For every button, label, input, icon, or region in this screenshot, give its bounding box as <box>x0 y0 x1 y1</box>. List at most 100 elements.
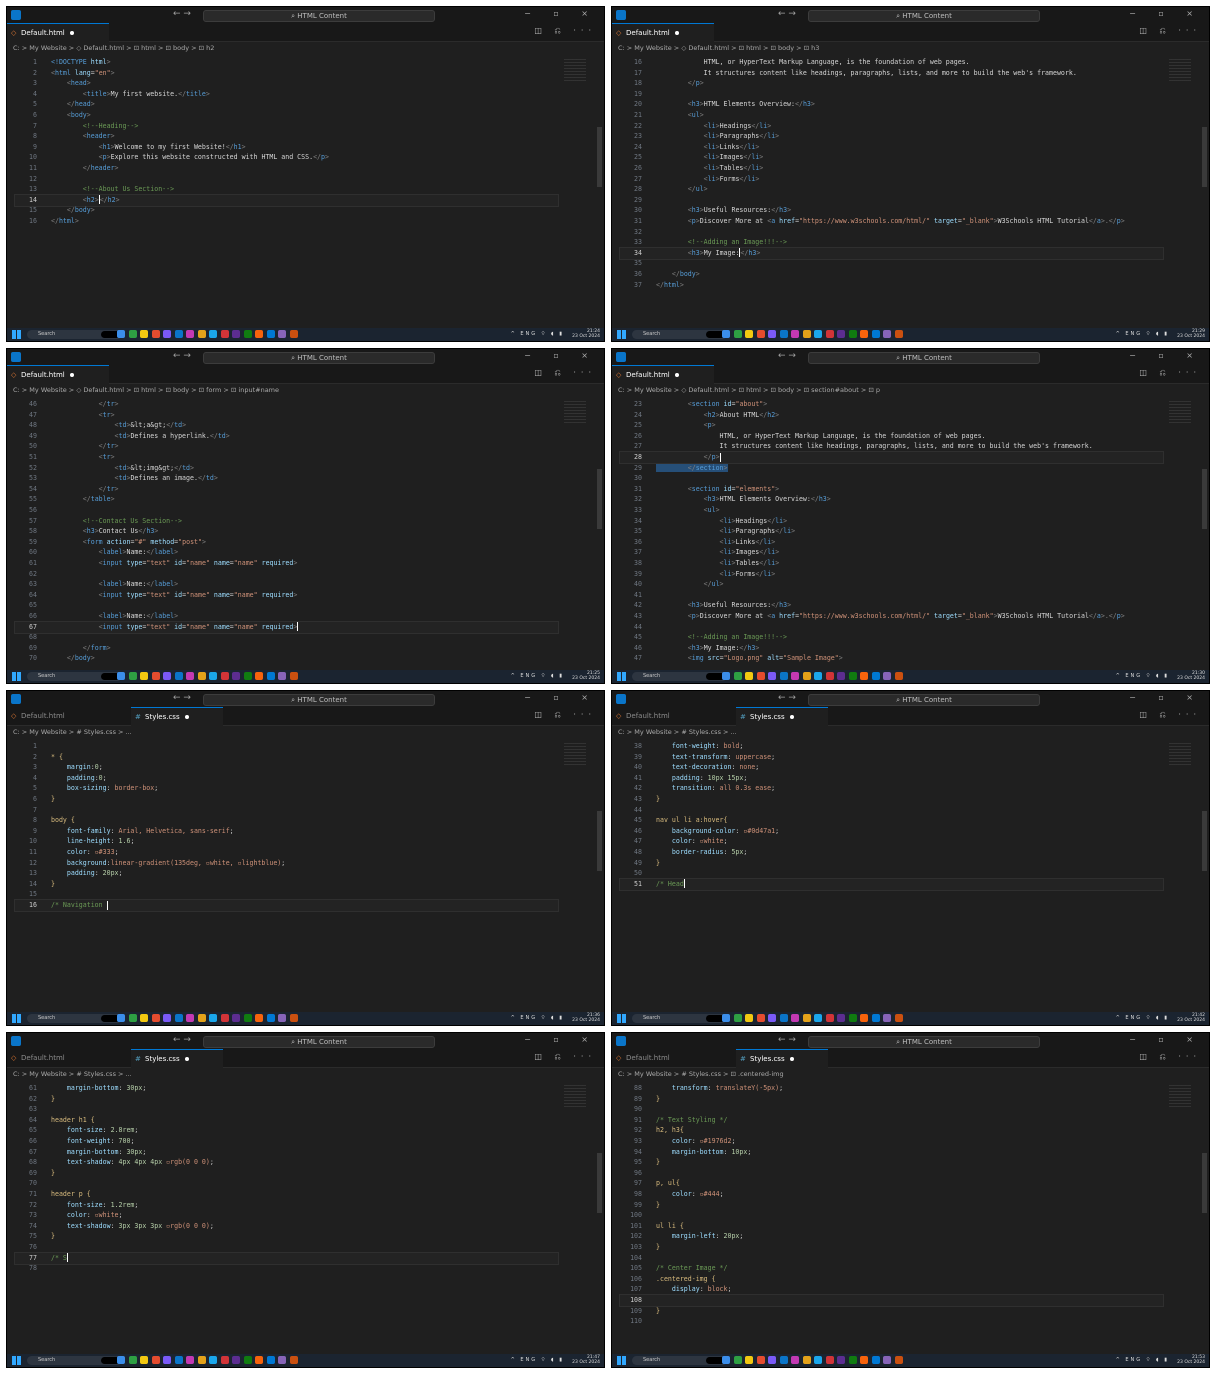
taskbar-app-icon[interactable] <box>278 672 286 680</box>
taskbar-app-icon[interactable] <box>894 1014 903 1022</box>
taskbar-app-icon[interactable] <box>837 1356 845 1364</box>
tray-icons[interactable]: ^ ENG ⌔ ◖ ▮ <box>1116 1015 1169 1021</box>
tray-icons[interactable]: ^ ENG ⌔ ◖ ▮ <box>511 673 564 679</box>
code-line[interactable]: 71 header p { <box>15 1189 558 1200</box>
code-line[interactable]: 7 <box>15 805 558 816</box>
code-line[interactable]: 58 <h3>Contact Us</h3> <box>15 526 558 537</box>
code-line[interactable]: 78 <box>15 1263 558 1274</box>
taskbar-app-icon[interactable] <box>837 330 845 338</box>
vertical-scrollbar[interactable] <box>1202 469 1207 529</box>
taskbar-app-icon[interactable] <box>860 672 868 680</box>
code-line[interactable]: 7 <!--Heading--> <box>15 121 558 132</box>
taskbar-search[interactable]: Search <box>632 1356 727 1365</box>
window-controls[interactable]: − ▫ × <box>1129 9 1203 18</box>
code-line[interactable]: 64 header h1 { <box>15 1115 558 1126</box>
code-line[interactable]: 88 transform: translateY(-5px); <box>620 1083 1163 1094</box>
taskbar-app-icon[interactable] <box>209 672 217 680</box>
taskbar-app-icon[interactable] <box>163 672 171 680</box>
taskbar-app-icon[interactable] <box>768 330 776 338</box>
taskbar-app-icon[interactable] <box>722 330 730 338</box>
taskbar-app-icon[interactable] <box>278 1014 286 1022</box>
code-line[interactable]: 102 margin-left: 20px; <box>620 1231 1163 1242</box>
code-line[interactable]: 28 </ul> <box>620 184 1163 195</box>
taskbar-app-icon[interactable] <box>756 1014 765 1022</box>
taskbar-app-icon[interactable] <box>802 1356 811 1364</box>
code-line[interactable]: 14} <box>15 879 558 890</box>
code-line[interactable]: 5 </head> <box>15 99 558 110</box>
code-line[interactable]: 35 <box>620 258 1163 269</box>
code-line[interactable]: 66 font-weight: 700; <box>15 1136 558 1147</box>
code-line[interactable]: 45 nav ul li a:hover{ <box>620 815 1163 826</box>
code-line[interactable]: 31 <section id="elements"> <box>620 484 1163 495</box>
vertical-scrollbar[interactable] <box>597 811 602 871</box>
taskbar-app-icon[interactable] <box>722 672 730 680</box>
code-line[interactable]: 44 <box>620 622 1163 633</box>
vertical-scrollbar[interactable] <box>597 1153 602 1213</box>
taskbar-app-icon[interactable] <box>814 1014 822 1022</box>
taskbar-app-icon[interactable] <box>756 672 765 680</box>
code-line[interactable]: 75} <box>15 1231 558 1242</box>
taskbar-app-icon[interactable] <box>779 330 788 338</box>
taskbar-app-icon[interactable] <box>151 672 160 680</box>
code-line[interactable]: 51 /* Head <box>619 877 1164 891</box>
command-center-search[interactable]: ⌕ HTML Content <box>808 694 1040 706</box>
taskbar-app-icon[interactable] <box>825 672 834 680</box>
taskbar-app-icon[interactable] <box>174 672 183 680</box>
taskbar-app-icon[interactable] <box>837 672 845 680</box>
tray-icons[interactable]: ^ ENG ⌔ ◖ ▮ <box>511 331 564 337</box>
code-line[interactable]: 8 body { <box>15 815 558 826</box>
editor-tab[interactable]: ◇ Default.html <box>612 707 704 725</box>
code-line[interactable]: 36 </body> <box>620 269 1163 280</box>
code-line[interactable]: 12 <box>15 174 558 185</box>
code-line[interactable]: 20 <h3>HTML Elements Overview:</h3> <box>620 99 1163 110</box>
breadcrumb[interactable]: C: > My Website > # Styles.css > ⊡ .cent… <box>618 1070 784 1080</box>
code-line[interactable]: 6} <box>15 794 558 805</box>
taskbar-app-icon[interactable] <box>243 1356 252 1364</box>
code-line[interactable]: 47 <img src="Logo.png" alt="Sample Image… <box>620 653 1163 664</box>
code-editor[interactable]: 1 2 * {3 margin:0; 4 padding:0; 5 box-sizing… <box>7 741 604 1012</box>
code-line[interactable]: 48 <td>&lt;a&gt;</td> <box>15 420 558 431</box>
code-line[interactable]: 108 <box>619 1294 1164 1307</box>
taskbar-app-icon[interactable] <box>733 1014 742 1022</box>
tab-actions[interactable]: ◫ ⎌ ··· <box>534 26 596 36</box>
taskbar-app-icon[interactable] <box>848 672 857 680</box>
code-line[interactable]: 103} <box>620 1242 1163 1253</box>
windows-start-icon[interactable] <box>12 1014 21 1023</box>
taskbar-search[interactable]: Search <box>632 672 727 681</box>
code-line[interactable]: 3 margin:0; <box>15 762 558 773</box>
tab-actions[interactable]: ◫ ⎌ ··· <box>534 368 596 378</box>
code-line[interactable]: 59 <form action="#" method="post"> <box>15 537 558 548</box>
navigation-arrows[interactable]: ← → <box>173 9 191 19</box>
code-line[interactable]: 33 <ul> <box>620 505 1163 516</box>
window-controls[interactable]: − ▫ × <box>524 351 598 360</box>
tray-icons[interactable]: ^ ENG ⌔ ◖ ▮ <box>511 1015 564 1021</box>
code-line[interactable]: 13 padding: 20px; <box>15 868 558 879</box>
code-line[interactable]: 63 <box>15 1104 558 1115</box>
minimap[interactable] <box>1169 59 1191 81</box>
taskbar-app-icon[interactable] <box>791 1014 799 1022</box>
code-line[interactable]: 90 <box>620 1104 1163 1115</box>
breadcrumb[interactable]: C: > My Website > ◇ Default.html > ⊡ htm… <box>618 386 880 396</box>
code-line[interactable]: 49 <td>Defines a hyperlink.</td> <box>15 431 558 442</box>
code-line[interactable]: 50 </tr> <box>15 441 558 452</box>
code-line[interactable]: 43 <p>Discover More at <a href="https://… <box>620 611 1163 622</box>
minimap[interactable] <box>1169 1085 1191 1107</box>
code-line[interactable]: 93 color: ▫#1976d2; <box>620 1136 1163 1147</box>
taskbar-app-icon[interactable] <box>117 1356 125 1364</box>
code-line[interactable]: 57 <!--Contact Us Section--> <box>15 516 558 527</box>
code-line[interactable]: 37 </html> <box>620 280 1163 291</box>
code-line[interactable]: 56 <box>15 505 558 516</box>
taskbar-app-icon[interactable] <box>186 330 194 338</box>
breadcrumb[interactable]: C: > My Website > ◇ Default.html > ⊡ htm… <box>13 386 279 396</box>
taskbar-app-icon[interactable] <box>128 672 137 680</box>
code-line[interactable]: 42 transition: all 0.3s ease; <box>620 783 1163 794</box>
code-line[interactable]: 107 display: block; <box>620 1284 1163 1295</box>
windows-start-icon[interactable] <box>12 330 21 339</box>
code-line[interactable]: 32 <box>620 227 1163 238</box>
taskbar-app-icon[interactable] <box>768 1356 776 1364</box>
taskbar-app-icon[interactable] <box>220 330 229 338</box>
taskbar-app-icon[interactable] <box>174 1014 183 1022</box>
code-line[interactable]: 32 <h3>HTML Elements Overview:</h3> <box>620 494 1163 505</box>
taskbar-app-icon[interactable] <box>128 330 137 338</box>
taskbar-app-icon[interactable] <box>289 330 298 338</box>
